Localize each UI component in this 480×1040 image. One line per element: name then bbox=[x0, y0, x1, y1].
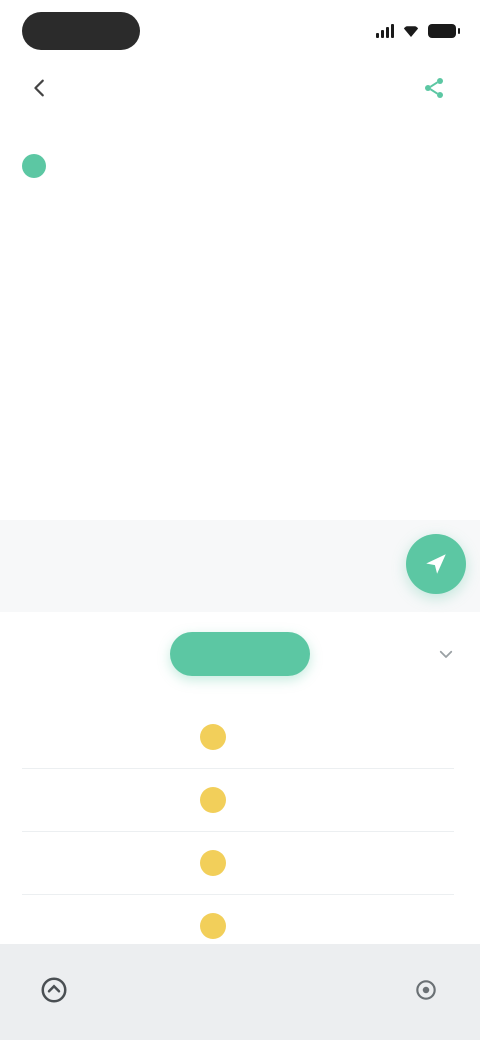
tabs-more-button[interactable] bbox=[430, 638, 462, 670]
status-bar bbox=[0, 0, 480, 64]
item-badge-icon bbox=[200, 724, 226, 750]
chevron-down-icon bbox=[439, 650, 453, 658]
item-badge-icon bbox=[200, 913, 226, 939]
wifi-icon bbox=[402, 26, 420, 37]
composer-bar bbox=[0, 520, 480, 612]
list-item[interactable] bbox=[22, 706, 454, 769]
share-button[interactable] bbox=[418, 72, 450, 104]
share-icon bbox=[425, 78, 443, 98]
chevron-left-icon bbox=[34, 79, 44, 97]
item-badge-icon bbox=[200, 787, 226, 813]
home-button[interactable] bbox=[30, 966, 78, 1014]
battery-icon bbox=[428, 24, 460, 38]
list-item[interactable] bbox=[22, 832, 454, 895]
list-item[interactable] bbox=[22, 769, 454, 832]
tab-2-active[interactable] bbox=[170, 632, 310, 676]
settings-icon bbox=[416, 980, 436, 1000]
tab-1[interactable] bbox=[22, 632, 152, 676]
home-icon bbox=[41, 977, 67, 1003]
status-icons bbox=[376, 22, 460, 40]
message-input[interactable] bbox=[36, 548, 370, 582]
item-list bbox=[22, 706, 454, 958]
send-icon bbox=[426, 554, 446, 574]
bottom-bar bbox=[0, 944, 480, 1040]
back-button[interactable] bbox=[24, 72, 56, 104]
settings-button[interactable] bbox=[404, 968, 448, 1012]
item-badge-icon bbox=[200, 850, 226, 876]
tab-3[interactable] bbox=[322, 632, 392, 676]
status-time-pill bbox=[22, 12, 140, 50]
tab-bar bbox=[0, 626, 480, 682]
signal-icon bbox=[376, 24, 394, 38]
app-screen bbox=[0, 0, 480, 1040]
nav-header bbox=[0, 60, 480, 116]
info-icon bbox=[22, 154, 46, 178]
send-button[interactable] bbox=[406, 534, 466, 594]
